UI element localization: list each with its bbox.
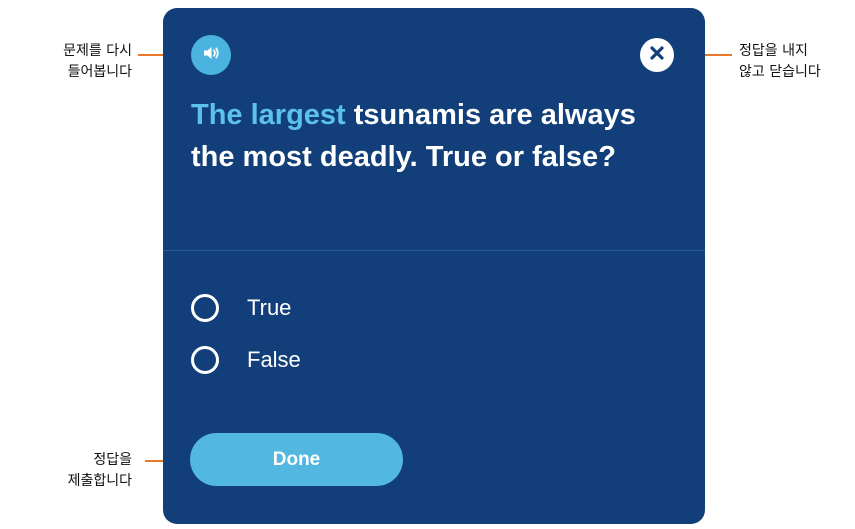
option-false[interactable]: False xyxy=(191,340,301,380)
close-icon xyxy=(649,45,665,66)
speaker-button[interactable] xyxy=(191,35,231,75)
question-highlight: The largest xyxy=(191,99,346,131)
close-button[interactable] xyxy=(640,38,674,72)
option-label: False xyxy=(247,347,301,372)
callout-submit: 정답을 제출합니다 xyxy=(68,450,132,492)
speaker-icon xyxy=(201,43,221,68)
callout-submit-line2: 제출합니다 xyxy=(67,473,132,489)
callout-replay-line2: 들어봅니다 xyxy=(67,64,132,80)
divider xyxy=(163,250,705,251)
callout-submit-line1: 정답을 xyxy=(93,452,132,468)
option-true[interactable]: True xyxy=(191,288,291,328)
radio-circle-icon[interactable] xyxy=(191,294,219,322)
callout-close-line1: 정답을 내지 xyxy=(739,43,808,59)
option-label: True xyxy=(247,295,292,320)
callout-replay-line1: 문제를 다시 xyxy=(63,43,132,59)
callout-close: 정답을 내지 않고 닫습니다 xyxy=(739,41,821,83)
done-button[interactable]: Done xyxy=(190,433,403,486)
radio-circle-icon[interactable] xyxy=(191,346,219,374)
callout-replay: 문제를 다시 들어봅니다 xyxy=(63,41,132,83)
stage: 문제를 다시 들어봅니다 정답을 내지 않고 닫습니다 정답을 제출합니다 Th… xyxy=(0,0,855,529)
question-text: The largest tsunamis are always the most… xyxy=(191,94,681,178)
callout-close-line2: 않고 닫습니다 xyxy=(739,64,821,80)
quiz-panel: The largest tsunamis are always the most… xyxy=(163,8,705,524)
